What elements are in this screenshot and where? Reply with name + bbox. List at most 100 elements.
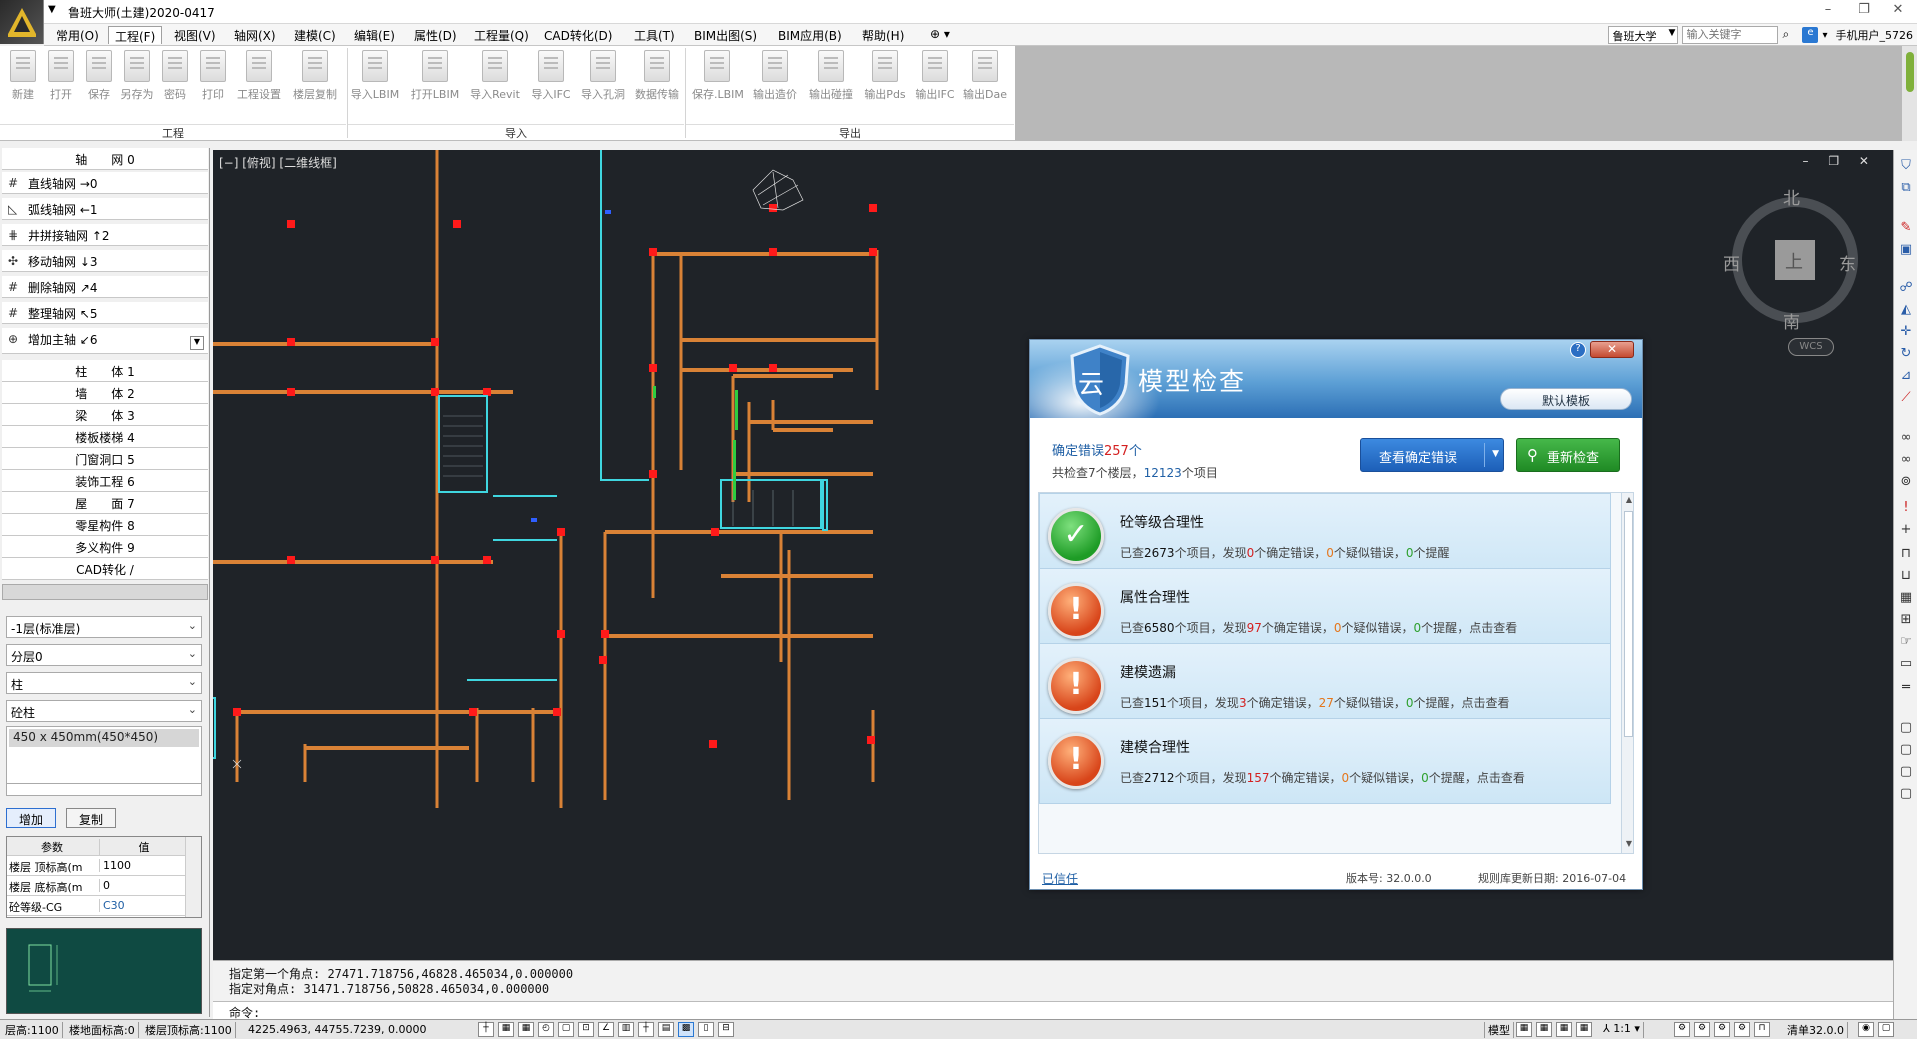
table-row[interactable]: 砼等级-CG C30: [7, 897, 185, 916]
transparency-icon[interactable]: ┼: [638, 1022, 654, 1037]
floor-select[interactable]: -1层(标准层) ⌄: [6, 616, 202, 638]
gear-icon[interactable]: ⚙: [1714, 1022, 1730, 1037]
quick-props-icon[interactable]: ⊟: [718, 1022, 734, 1037]
tool-add-main-axis[interactable]: ⊕ 增加主轴 ↙6 ▼: [2, 328, 208, 354]
hand-icon[interactable]: ☞: [1897, 634, 1915, 650]
menu-edit[interactable]: 编辑(E): [348, 26, 401, 44]
search-icon[interactable]: ⌕: [1782, 27, 1798, 43]
bulb-icon[interactable]: ◉: [1858, 1022, 1874, 1037]
category-misc[interactable]: 零星构件 8: [2, 514, 208, 536]
viewport-controls[interactable]: – ❐ ✕: [1803, 154, 1877, 168]
alert-icon[interactable]: !: [1897, 500, 1915, 516]
category-door-window[interactable]: 门窗洞口 5: [2, 448, 208, 470]
grid-icon[interactable]: ▦: [498, 1022, 514, 1037]
school-select[interactable]: 鲁班大学 ▼: [1608, 26, 1679, 44]
frame-icon[interactable]: ▢: [1897, 786, 1915, 802]
menu-axis[interactable]: 轴网(X): [228, 26, 282, 44]
lock-icon[interactable]: ⊓: [1897, 546, 1915, 562]
wcs-button[interactable]: WCS: [1788, 338, 1834, 356]
export-dae-button[interactable]: 输出Dae: [963, 50, 1007, 108]
menu-quantity[interactable]: 工程量(Q): [468, 26, 535, 44]
save-lbim-button[interactable]: 保存.LBIM: [692, 50, 744, 108]
pen-icon[interactable]: ✎: [1897, 220, 1915, 236]
result-list-scrollbar[interactable]: ▲ ▼: [1621, 493, 1633, 853]
menu-bim-apps[interactable]: BIM应用(B): [772, 26, 848, 44]
scale-icon[interactable]: ⊿: [1897, 368, 1915, 384]
panel-splitter[interactable]: [2, 584, 208, 600]
chevron-down-icon[interactable]: ▾: [1822, 30, 1827, 41]
add-icon[interactable]: +: [1897, 522, 1915, 538]
viewport-label[interactable]: [−] [俯视] [二维线框]: [219, 154, 337, 171]
calculator-icon[interactable]: ⊞: [1897, 612, 1915, 628]
ruler-icon[interactable]: ═: [1897, 680, 1915, 696]
fullscreen-icon[interactable]: ▢: [1878, 1022, 1894, 1037]
list-item[interactable]: ! 属性合理性 已查6580个项目，发现97个确定错误，0个疑似错误，0个提醒，…: [1039, 568, 1611, 654]
menu-cad-convert[interactable]: CAD转化(D): [538, 26, 618, 44]
add-button[interactable]: 增加: [6, 808, 56, 828]
list-item[interactable]: ! 建模合理性 已查2712个项目，发现157个确定错误，0个疑似错误，0个提醒…: [1039, 718, 1611, 804]
image-icon[interactable]: ▣: [1897, 242, 1915, 258]
snap-icon[interactable]: ┼: [478, 1022, 494, 1037]
component-subtype-select[interactable]: 砼柱 ⌄: [6, 700, 202, 722]
frame-icon[interactable]: ▢: [1897, 764, 1915, 780]
move-icon[interactable]: ✛: [1897, 324, 1915, 340]
component-type-select[interactable]: 柱 ⌄: [6, 672, 202, 694]
data-transfer-button[interactable]: 数据传输: [635, 50, 679, 108]
layout-icon[interactable]: ▦: [1576, 1022, 1592, 1037]
annotation-icon[interactable]: ▩: [678, 1022, 694, 1037]
gear-icon[interactable]: ⚙: [1734, 1022, 1750, 1037]
model-tab[interactable]: 模型: [1484, 1022, 1514, 1038]
list-item[interactable]: ! 建模遗漏 已查151个项目，发现3个确定错误，27个疑似错误，0个提醒，点击…: [1039, 643, 1611, 729]
dialog-close-button[interactable]: ✕: [1590, 341, 1634, 358]
open-lbim-button[interactable]: 打开LBIM: [411, 50, 459, 108]
mirror-icon[interactable]: ◭: [1897, 302, 1915, 318]
view-icon[interactable]: ⊚: [1897, 474, 1915, 490]
close-button[interactable]: ✕: [1880, 2, 1916, 22]
scroll-up-icon[interactable]: ▲: [1624, 495, 1633, 507]
default-template-button[interactable]: 默认模板: [1500, 388, 1632, 410]
menu-extra[interactable]: ⊕ ▾: [924, 26, 956, 44]
menu-property[interactable]: 属性(D): [408, 26, 463, 44]
category-slab-stair[interactable]: 楼板楼梯 4: [2, 426, 208, 448]
frame-icon[interactable]: ▢: [1897, 720, 1915, 736]
scroll-thumb[interactable]: [1624, 511, 1633, 737]
scroll-down-icon[interactable]: ▼: [1624, 839, 1633, 851]
tool-delete-axis[interactable]: # 删除轴网 ↗4: [2, 276, 208, 298]
menu-modeling[interactable]: 建模(C): [288, 26, 342, 44]
category-wall[interactable]: 墙 体 2: [2, 382, 208, 404]
help-icon[interactable]: ?: [1570, 342, 1586, 358]
table-row[interactable]: 楼层 顶标高(m 1100: [7, 857, 185, 876]
selection-icon[interactable]: ▤: [658, 1022, 674, 1037]
gear-icon[interactable]: ⚙: [1694, 1022, 1710, 1037]
expand-icon[interactable]: ▼: [190, 336, 204, 350]
menu-common[interactable]: 常用(O): [50, 26, 105, 44]
osnap-icon[interactable]: ▢: [558, 1022, 574, 1037]
menu-tools[interactable]: 工具(T): [628, 26, 681, 44]
category-roof[interactable]: 屋 面 7: [2, 492, 208, 514]
ortho-icon[interactable]: ▦: [518, 1022, 534, 1037]
tool-join-axis[interactable]: ⋕ 井拼接轴网 ↑2: [2, 224, 208, 246]
category-decoration[interactable]: 装饰工程 6: [2, 470, 208, 492]
tool-move-axis[interactable]: ✣ 移动轴网 ↓3: [2, 250, 208, 272]
minimize-button[interactable]: –: [1810, 2, 1846, 22]
compass-south[interactable]: 南: [1783, 308, 1800, 333]
chevron-down-icon[interactable]: ▼: [1492, 449, 1499, 459]
polar-icon[interactable]: ◴: [538, 1022, 554, 1037]
search-input[interactable]: [1682, 26, 1779, 44]
app-logo[interactable]: [0, 0, 44, 44]
screen-icon[interactable]: ▭: [1897, 656, 1915, 672]
export-clash-button[interactable]: 输出碰撞: [809, 50, 853, 108]
layout-icon[interactable]: ▦: [1536, 1022, 1552, 1037]
user-account[interactable]: 手机用户_5726: [1832, 27, 1917, 43]
compass-east[interactable]: 东: [1839, 250, 1856, 275]
import-ifc-button[interactable]: 导入IFC: [531, 50, 571, 108]
command-input[interactable]: 命令:: [213, 1001, 1893, 1020]
axis-section-header[interactable]: 轴 网 0: [2, 148, 208, 170]
export-cost-button[interactable]: 输出造价: [753, 50, 797, 108]
export-pds-button[interactable]: 输出Pds: [864, 50, 906, 108]
binoculars-icon[interactable]: ∞: [1897, 430, 1915, 446]
tool-tidy-axis[interactable]: # 整理轴网 ↖5: [2, 302, 208, 324]
import-lbim-button[interactable]: 导入LBIM: [351, 50, 399, 108]
menu-bim-drawing[interactable]: BIM出图(S): [688, 26, 763, 44]
import-revit-button[interactable]: 导入Revit: [470, 50, 520, 108]
